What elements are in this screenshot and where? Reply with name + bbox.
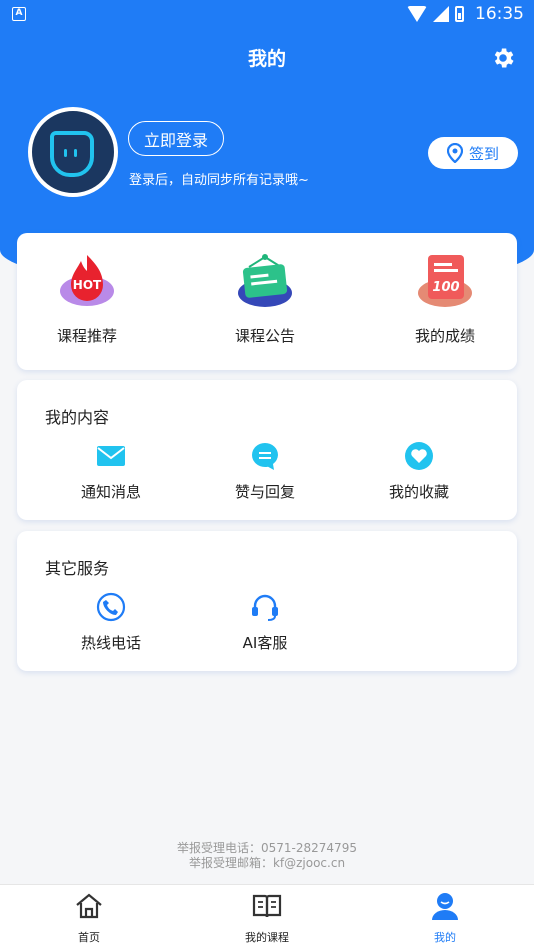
- feature-card: HOT 课程推荐 课程公告 100 我的成绩: [17, 233, 517, 370]
- feature-label: 课程推荐: [56, 327, 117, 345]
- tab-home[interactable]: 首页: [29, 891, 149, 945]
- page-title: 我的: [247, 48, 286, 70]
- wifi-icon: [407, 6, 427, 22]
- item-label: 通知消息: [80, 483, 141, 501]
- svg-text:HOT: HOT: [73, 278, 102, 292]
- announcement-board-icon: [235, 251, 295, 311]
- feature-course-recommend[interactable]: HOT 课程推荐: [27, 251, 147, 346]
- feature-course-announcement[interactable]: 课程公告: [205, 251, 325, 346]
- status-icons: [407, 6, 464, 22]
- hot-icon: HOT: [57, 251, 117, 311]
- avatar[interactable]: [28, 107, 118, 197]
- score-100-icon: 100: [415, 251, 475, 311]
- location-pin-icon: [446, 143, 463, 163]
- headset-icon: [249, 591, 281, 623]
- tab-label: 我的: [434, 931, 456, 944]
- section-title-other-services: 其它服务: [45, 559, 110, 578]
- battery-icon: [455, 6, 464, 22]
- login-hint: 登录后，自动同步所有记录哦~: [129, 173, 309, 188]
- feature-label: 课程公告: [234, 327, 295, 345]
- other-services-card: 其它服务 热线电话 AI客服: [17, 531, 517, 671]
- tab-my-courses[interactable]: 我的课程: [207, 891, 327, 945]
- status-bar: A 16:35: [0, 0, 534, 28]
- signal-icon: [433, 6, 449, 22]
- tab-mine[interactable]: 我的: [385, 891, 505, 945]
- bottom-tab-bar: 首页 我的课程 我的: [0, 884, 534, 950]
- item-hotline[interactable]: 热线电话: [51, 591, 171, 653]
- item-likes-replies[interactable]: 赞与回复: [205, 440, 325, 502]
- phone-icon: [95, 591, 127, 623]
- robot-face-icon: [50, 131, 94, 177]
- user-icon: [432, 893, 458, 920]
- sign-in-button[interactable]: 签到: [428, 137, 518, 169]
- item-label: 赞与回复: [234, 483, 295, 501]
- section-title-my-content: 我的内容: [45, 408, 110, 427]
- item-label: AI客服: [242, 634, 288, 652]
- sign-in-label: 签到: [468, 144, 499, 163]
- home-icon: [76, 893, 102, 919]
- gear-icon[interactable]: [490, 45, 516, 71]
- svg-text:100: 100: [432, 280, 459, 295]
- tab-label: 我的课程: [245, 931, 289, 944]
- item-label: 我的收藏: [388, 483, 449, 501]
- report-contact-info: 举报受理电话：0571-28274795 举报受理邮箱：kf@zjooc.cn: [0, 841, 534, 871]
- item-label: 热线电话: [80, 634, 141, 652]
- my-content-card: 我的内容 通知消息 赞与回复 我的收藏: [17, 380, 517, 520]
- heart-icon: [403, 440, 435, 472]
- item-favorites[interactable]: 我的收藏: [359, 440, 479, 502]
- tab-label: 首页: [78, 931, 100, 944]
- status-time: 16:35: [475, 4, 524, 24]
- feature-my-scores[interactable]: 100 我的成绩: [385, 251, 505, 346]
- item-ai-service[interactable]: AI客服: [205, 591, 325, 653]
- feature-label: 我的成绩: [414, 327, 475, 345]
- book-icon: [252, 894, 282, 918]
- report-email: 举报受理邮箱：kf@zjooc.cn: [188, 856, 346, 870]
- login-button[interactable]: 立即登录: [128, 121, 224, 156]
- app-notification-icon: A: [12, 7, 26, 21]
- envelope-icon: [95, 440, 127, 472]
- chat-bubble-icon: [249, 440, 281, 472]
- report-phone: 举报受理电话：0571-28274795: [177, 841, 357, 855]
- item-notifications[interactable]: 通知消息: [51, 440, 171, 502]
